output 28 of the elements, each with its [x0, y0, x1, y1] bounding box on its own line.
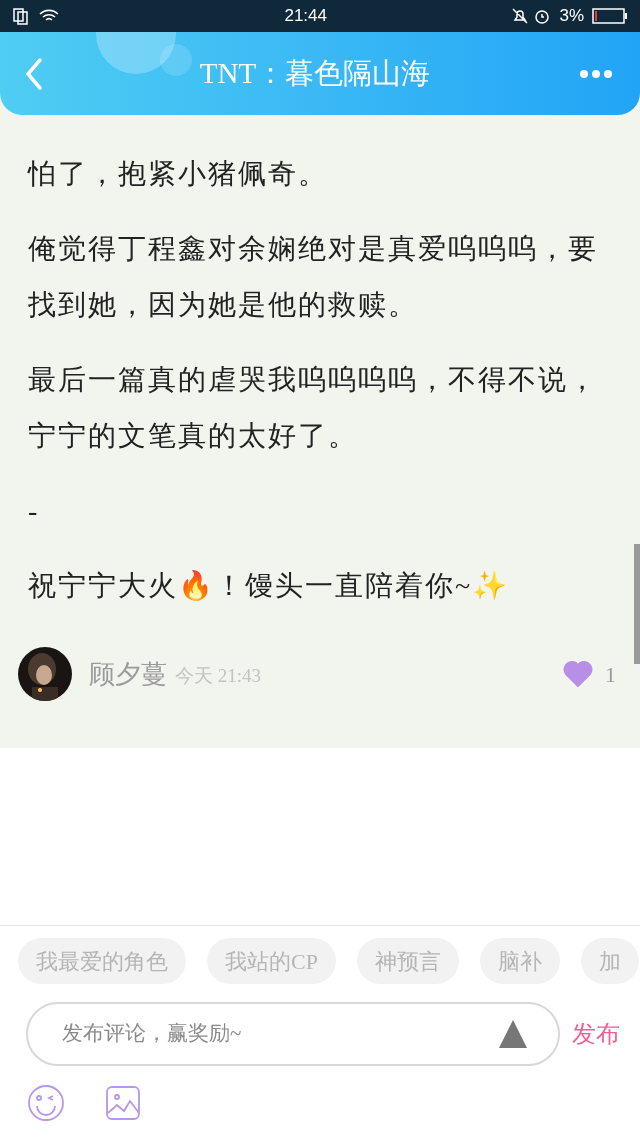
mute-icon	[511, 7, 530, 25]
image-icon[interactable]	[105, 1085, 141, 1121]
battery-percent: 3%	[559, 5, 584, 28]
post-paragraph: -	[28, 494, 41, 528]
page-title: TNT：暮色隔山海	[199, 55, 431, 91]
clock: 21:44	[283, 5, 328, 28]
sim-icon	[12, 7, 30, 25]
emoji-icon[interactable]	[27, 1084, 65, 1122]
topic-tag[interactable]: 我最爱的角色	[18, 938, 186, 984]
topic-tag[interactable]: 加	[580, 938, 639, 984]
like-count: 1	[605, 660, 616, 689]
topic-tag[interactable]: 我站的CP	[207, 938, 336, 984]
more-icon	[579, 68, 613, 79]
heart-icon[interactable]	[563, 661, 593, 687]
battery-icon	[592, 8, 628, 24]
topic-tag[interactable]: 脑补	[479, 938, 560, 984]
comment-bar[interactable]: 发布评论，赢奖励~	[26, 1002, 560, 1066]
author-name: 顾夕蔓	[89, 658, 167, 691]
back-icon	[24, 56, 44, 91]
alarm-icon	[533, 7, 552, 25]
post-paragraph: 祝宁宁大火🔥！馒头一直陪着你~✨	[28, 569, 511, 603]
post-paragraph: 最后一篇真的虐哭我呜呜呜呜，不得不说，宁宁的文笔真的太好了。	[28, 363, 599, 453]
post-paragraph: 怕了，抱紧小猪佩奇。	[28, 157, 329, 191]
publish-button[interactable]: 发布	[572, 1016, 620, 1052]
post-paragraph: 俺觉得丁程鑫对余娴绝对是真爱呜呜呜，要找到她，因为她是他的救赎。	[28, 232, 599, 322]
triangle-icon	[498, 1019, 528, 1049]
topic-tag[interactable]: 神预言	[356, 938, 459, 984]
comment-field[interactable]: 发布评论，赢奖励~	[62, 1018, 498, 1050]
